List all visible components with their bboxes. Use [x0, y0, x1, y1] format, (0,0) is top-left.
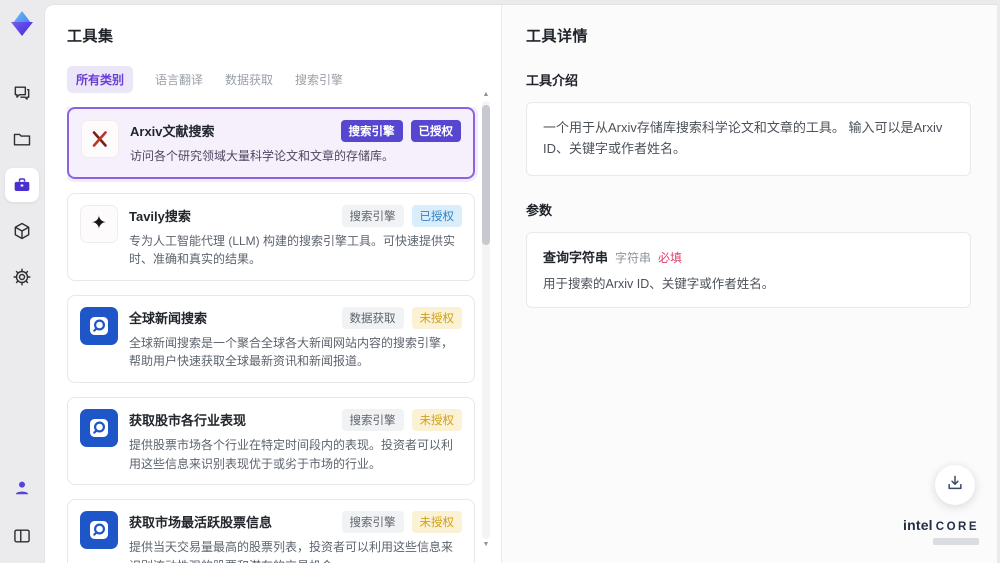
param-type: 字符串: [615, 250, 652, 265]
tool-card-global-news[interactable]: 全球新闻搜索 数据获取 未授权 全球新闻搜索是一个聚合全球各大新闻网站内容的搜索…: [67, 294, 475, 383]
news-search-icon: [80, 306, 118, 345]
cube-icon: [12, 221, 32, 241]
category-tabs: 所有类别 语言翻译 数据获取 搜索引擎: [67, 66, 493, 93]
tool-title: 全球新闻搜索: [129, 310, 208, 326]
tool-title: 获取市场最活跃股票信息: [129, 515, 273, 531]
scrollbar-track[interactable]: [482, 101, 490, 539]
sidebar-item-collapse[interactable]: [5, 519, 39, 553]
tool-list-panel: 工具集 所有类别 语言翻译 数据获取 搜索引擎 Arxiv文献搜索 搜索引擎 已…: [45, 5, 501, 563]
param-name: 查询字符串: [543, 249, 609, 265]
sidebar-item-files[interactable]: [5, 122, 39, 156]
sidebar-item-tools[interactable]: [5, 168, 39, 202]
app-rail: [0, 0, 44, 563]
content-frame: 工具集 所有类别 语言翻译 数据获取 搜索引擎 Arxiv文献搜索 搜索引擎 已…: [44, 0, 1000, 563]
rail-nav: [5, 76, 39, 294]
param-description: 用于搜索的Arxiv ID、关键字或作者姓名。: [543, 276, 775, 291]
tab-all-categories[interactable]: 所有类别: [67, 66, 134, 93]
tab-search-engine[interactable]: 搜索引擎: [295, 66, 343, 93]
rail-bottom: [5, 471, 39, 553]
tab-translation[interactable]: 语言翻译: [155, 66, 203, 93]
category-badge: 数据获取: [341, 306, 404, 329]
scroll-up-icon[interactable]: ▲: [483, 91, 490, 99]
auth-badge: 已授权: [411, 204, 462, 227]
tool-card-sector-performance[interactable]: 获取股市各行业表现 搜索引擎 未授权 提供股票市场各个行业在特定时间段内的表现。…: [67, 396, 475, 486]
briefcase-icon: [12, 175, 32, 195]
category-badge: 搜索引擎: [341, 408, 404, 431]
page-title: 工具集: [67, 28, 114, 45]
tool-description: 访问各个研究领域大量科学论文和文章的存储库。: [130, 149, 395, 163]
tool-description: 专为人工智能代理 (LLM) 构建的搜索引擎工具。可快速提供实时、准确和真实的结…: [129, 233, 456, 267]
content-window: 工具集 所有类别 语言翻译 数据获取 搜索引擎 Arxiv文献搜索 搜索引擎 已…: [44, 4, 997, 563]
sidebar-item-settings[interactable]: [5, 260, 39, 294]
gear-icon: [12, 267, 32, 287]
tool-title: 获取股市各行业表现: [129, 412, 247, 428]
brand-core-text: CORE: [935, 521, 979, 534]
user-icon: [12, 478, 32, 498]
brand-sub-mark: [933, 538, 979, 545]
tool-title: Tavily搜索: [129, 208, 191, 224]
stock-search-icon: [80, 511, 118, 550]
folder-icon: [12, 129, 32, 149]
auth-badge: 已授权: [410, 120, 461, 142]
auth-badge: 未授权: [411, 511, 462, 534]
chat-icon: [12, 83, 32, 103]
download-button[interactable]: [935, 465, 975, 505]
sidebar-item-packages[interactable]: [5, 214, 39, 248]
tool-intro-box: 一个用于从Arxiv存储库搜索科学论文和文章的工具。 输入可以是Arxiv ID…: [526, 102, 971, 176]
tool-card-arxiv[interactable]: Arxiv文献搜索 搜索引擎 已授权 访问各个研究领域大量科学论文和文章的存储库…: [67, 107, 475, 179]
tool-card-active-stocks[interactable]: 获取市场最活跃股票信息 搜索引擎 未授权 提供当天交易量最高的股票列表，投资者可…: [67, 499, 475, 563]
intel-core-logo: intel CORE: [903, 517, 979, 545]
params-section-title: 参数: [526, 202, 553, 218]
parameter-box: 查询字符串 字符串 必填 用于搜索的Arxiv ID、关键字或作者姓名。: [526, 231, 971, 309]
param-required-flag: 必填: [658, 250, 683, 265]
tab-data-fetch[interactable]: 数据获取: [225, 66, 273, 93]
tool-description: 提供股票市场各个行业在特定时间段内的表现。投资者可以利用这些信息来识别表现优于或…: [129, 437, 454, 471]
tool-description: 提供当天交易量最高的股票列表，投资者可以利用这些信息来识别流动性强的股票和潜在的…: [129, 540, 454, 563]
arxiv-logo-icon: [81, 120, 119, 158]
layout-panel-icon: [12, 526, 32, 546]
brand-intel-text: intel: [902, 517, 933, 534]
stock-search-icon: [80, 408, 118, 447]
tool-title: Arxiv文献搜索: [130, 124, 215, 139]
list-scrollbar[interactable]: ▲ ▼: [481, 91, 491, 549]
app-logo: [6, 8, 38, 40]
download-icon: [945, 473, 965, 498]
sidebar-item-account[interactable]: [5, 471, 39, 505]
category-badge: 搜索引擎: [341, 204, 404, 227]
intro-section-title: 工具介绍: [526, 73, 579, 88]
auth-badge: 未授权: [411, 306, 462, 329]
detail-title: 工具详情: [526, 28, 589, 45]
tool-description: 全球新闻搜索是一个聚合全球各大新闻网站内容的搜索引擎，帮助用户快速获取全球最新资…: [129, 335, 454, 369]
category-badge: 搜索引擎: [340, 120, 403, 142]
scroll-down-icon[interactable]: ▼: [483, 541, 490, 549]
scrollbar-thumb[interactable]: [482, 105, 490, 245]
category-badge: 搜索引擎: [341, 511, 404, 534]
tool-detail-panel: 工具详情 工具介绍 一个用于从Arxiv存储库搜索科学论文和文章的工具。 输入可…: [501, 5, 997, 563]
auth-badge: 未授权: [411, 408, 462, 431]
tool-card-tavily[interactable]: ✦ Tavily搜索 搜索引擎 已授权 专为人工智能代理 (LLM) 构建的搜索…: [67, 192, 475, 281]
sidebar-item-chat[interactable]: [5, 76, 39, 110]
tool-card-list: Arxiv文献搜索 搜索引擎 已授权 访问各个研究领域大量科学论文和文章的存储库…: [67, 107, 493, 563]
tavily-star-icon: ✦: [80, 204, 118, 243]
